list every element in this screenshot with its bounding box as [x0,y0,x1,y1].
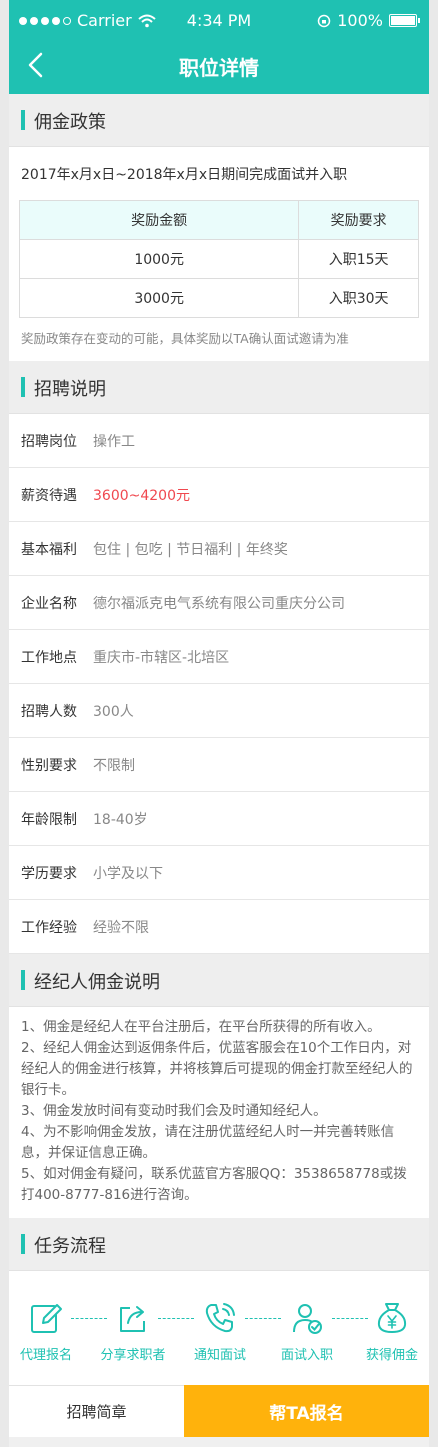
info-value: 经验不限 [93,920,149,936]
rule-line: 3、佣金发放时间有变动时我们会及时通知经纪人。 [21,1103,327,1119]
info-row-experience: 工作经验 经验不限 [9,900,429,954]
info-value: 重庆市-市辖区-北培区 [93,650,230,666]
section-title: 任务流程 [34,1236,106,1257]
column-header-amount: 奖励金额 [18,200,300,240]
info-row-headcount: 招聘人数 300人 [9,684,429,738]
battery-icon [389,14,420,27]
info-row-position: 招聘岗位 操作工 [9,414,429,468]
info-label: 企业名称 [21,596,77,612]
section-title: 经纪人佣金说明 [34,972,160,993]
phone-icon [205,1303,235,1333]
signup-button[interactable]: 帮TA报名 [184,1385,429,1437]
rule-line: 1、佣金是经纪人在平台注册后，在平台所获得的所有收入。 [21,1019,381,1035]
info-label: 基本福利 [21,542,77,558]
section-marker [21,377,25,397]
column-header-requirement: 奖励要求 [298,200,419,240]
reward-requirement: 入职15天 [298,239,419,279]
policy-note: 奖励政策存在变动的可能，具体奖励以TA确认面试邀请为准 [21,331,349,346]
nav-bar: 职位详情 [9,40,429,94]
info-row-company: 企业名称 德尔福派克电气系统有限公司重庆分公司 [9,576,429,630]
page-title: 职位详情 [179,56,259,80]
edit-icon [31,1304,62,1333]
info-label: 工作经验 [21,920,77,936]
info-label: 性别要求 [21,758,77,774]
info-value: 德尔福派克电气系统有限公司重庆分公司 [93,596,345,612]
policy-panel: 2017年x月x日~2018年x月x日期间完成面试并入职 奖励金额 奖励要求 1… [9,147,429,361]
step-label: 通知面试 [193,1348,246,1363]
section-title: 佣金政策 [34,112,106,133]
info-value: 300人 [93,704,134,720]
table-row: 3000元 入职30天 [18,278,419,318]
info-value: 操作工 [93,434,135,450]
table-header-row: 奖励金额 奖励要求 [18,200,419,240]
flow-section-header: 任务流程 [9,1218,429,1271]
step-label: 获得佣金 [365,1348,418,1363]
table-row: 1000元 入职15天 [18,239,419,279]
info-label: 年龄限制 [21,812,77,828]
info-row-salary: 薪资待遇 3600~4200元 [9,468,429,522]
info-label: 薪资待遇 [21,488,77,504]
header: Carrier 4:34 PM 100% 职位详情 [9,0,429,94]
status-bar: Carrier 4:34 PM 100% [9,0,429,40]
section-title: 招聘说明 [34,379,106,400]
section-marker [21,110,25,130]
rule-line: 2、经纪人佣金达到返佣条件后，优蓝客服会在10个工作日内，对经纪人的佣金进行核算… [21,1040,413,1098]
user-check-icon [293,1304,322,1334]
reward-table: 奖励金额 奖励要求 1000元 入职15天 3000元 入职30天 [18,200,419,318]
info-label: 工作地点 [21,650,77,666]
flow-step-notify: 通知面试 [180,1301,260,1363]
rule-line: 5、如对佣金有疑问，联系优蓝官方客服QQ：3538658778或拨打400-87… [21,1166,407,1203]
info-label: 招聘岗位 [21,434,77,450]
info-label: 招聘人数 [21,704,77,720]
info-row-location: 工作地点 重庆市-市辖区-北培区 [9,630,429,684]
info-label: 学历要求 [21,866,77,882]
info-row-education: 学历要求 小学及以下 [9,846,429,900]
recruit-info-list: 招聘岗位 操作工 薪资待遇 3600~4200元 基本福利 包住 | 包吃 | … [9,414,429,954]
agent-section-header: 经纪人佣金说明 [9,954,429,1007]
reward-amount: 1000元 [18,239,300,279]
reward-amount: 3000元 [18,278,300,318]
info-row-benefits: 基本福利 包住 | 包吃 | 节日福利 | 年终奖 [9,522,429,576]
section-marker [21,970,25,990]
commission-rules: 1、佣金是经纪人在平台注册后，在平台所获得的所有收入。 2、经纪人佣金达到返佣条… [9,1007,429,1218]
step-label: 面试入职 [280,1348,333,1363]
step-label: 分享求职者 [100,1348,166,1363]
info-value: 包住 | 包吃 | 节日福利 | 年终奖 [93,542,288,558]
bottom-action-bar: 招聘简章 帮TA报名 [9,1385,429,1437]
rule-line: 4、为不影响佣金发放，请在注册优蓝经纪人时一并完善转账信息，并保证信息正确。 [21,1124,395,1161]
rotation-lock-icon [318,14,331,27]
policy-section-header: 佣金政策 [9,94,429,147]
flow-step-commission: 获得佣金 [352,1301,429,1363]
brochure-button[interactable]: 招聘简章 [9,1385,184,1437]
share-icon [120,1306,145,1332]
flow-step-signup: 代理报名 [9,1301,86,1363]
phone-screen: Carrier 4:34 PM 100% 职位详情 佣金政策 2017年x月x日… [9,0,429,1447]
section-marker [21,1234,25,1254]
policy-period: 2017年x月x日~2018年x月x日期间完成面试并入职 [21,167,348,183]
salary-value: 3600~4200元 [93,488,190,504]
info-row-gender: 性别要求 不限制 [9,738,429,792]
info-value: 不限制 [93,758,135,774]
flow-step-share: 分享求职者 [93,1301,173,1363]
info-value: 小学及以下 [93,866,163,882]
reward-requirement: 入职30天 [298,278,419,318]
recruit-section-header: 招聘说明 [9,361,429,414]
info-row-age: 年龄限制 18-40岁 [9,792,429,846]
task-flow: 代理报名 分享求职者 通知面试 面试入职 获得佣金 [9,1271,429,1389]
money-bag-icon [377,1303,407,1334]
flow-step-interview: 面试入职 [267,1301,347,1363]
info-value: 18-40岁 [93,812,148,828]
battery-percent: 100% [337,11,383,30]
step-label: 代理报名 [19,1348,72,1363]
